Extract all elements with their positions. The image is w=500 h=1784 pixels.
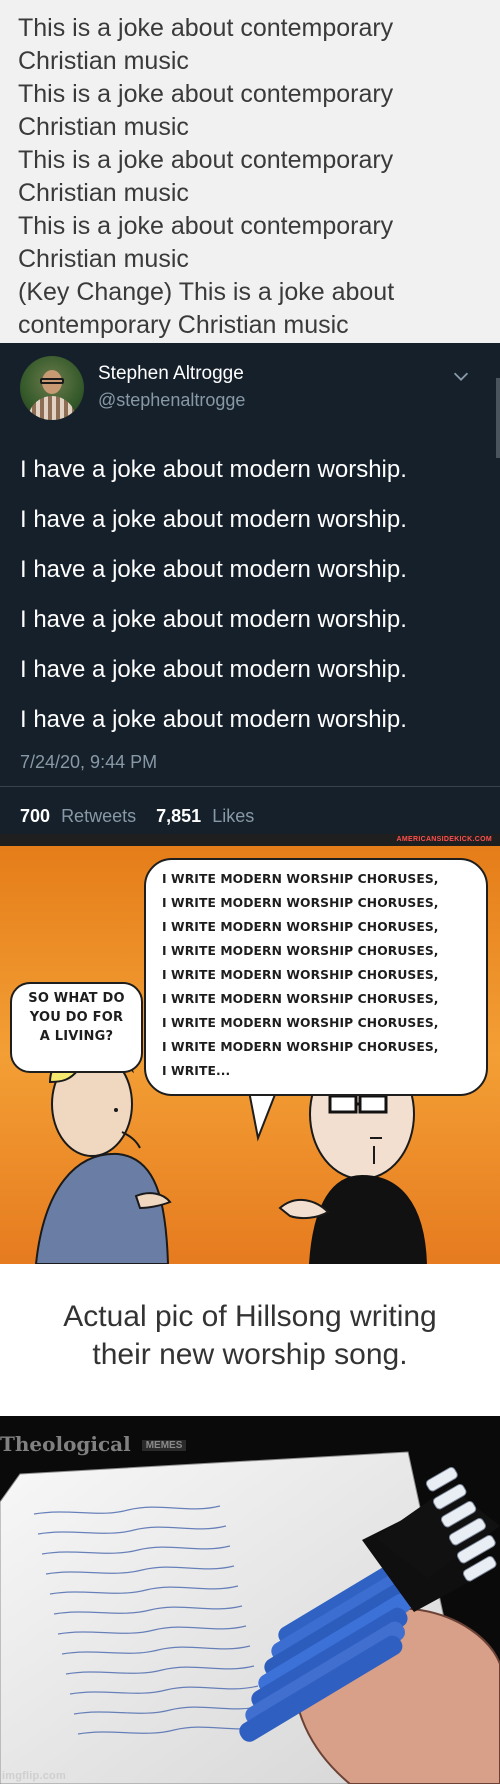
avatar[interactable] xyxy=(20,356,84,420)
imgflip-credit: imgflip.com xyxy=(2,1770,66,1782)
speech-line: I WRITE MODERN WORSHIP CHORUSES, xyxy=(162,1016,439,1030)
text-joke-panel: This is a joke about contemporary Christ… xyxy=(0,0,500,343)
speech-line: YOU DO FOR xyxy=(29,1010,124,1025)
speech-line: I WRITE MODERN WORSHIP CHORUSES, xyxy=(162,920,439,934)
text-line: contemporary Christian music xyxy=(18,311,349,339)
tweet-timestamp[interactable]: 7/24/20, 9:44 PM xyxy=(20,752,157,773)
tweet-line: I have a joke about modern worship. xyxy=(20,706,407,733)
speech-line: I WRITE MODERN WORSHIP CHORUSES, xyxy=(162,872,439,886)
tweet-stats: 700 Retweets 7,851 Likes xyxy=(20,806,254,827)
tweet-line: I have a joke about modern worship. xyxy=(20,656,407,683)
like-label[interactable]: Likes xyxy=(212,806,254,826)
speech-line: I WRITE MODERN WORSHIP CHORUSES, xyxy=(162,992,439,1006)
retweet-label[interactable]: Retweets xyxy=(61,806,136,826)
divider xyxy=(0,786,500,787)
caption-line: their new worship song. xyxy=(92,1338,408,1371)
speech-line: I WRITE MODERN WORSHIP CHORUSES, xyxy=(162,968,439,982)
speech-bubble-right: I WRITE MODERN WORSHIP CHORUSES, I WRITE… xyxy=(144,858,488,1096)
speech-line: I WRITE... xyxy=(162,1064,231,1078)
text-line: Christian music xyxy=(18,47,189,75)
scrollbar-thumb[interactable] xyxy=(496,378,500,458)
tweet-line: I have a joke about modern worship. xyxy=(20,456,407,483)
text-line: Christian music xyxy=(18,113,189,141)
text-line: Christian music xyxy=(18,245,189,273)
tweet-card: Stephen Altrogge @stephenaltrogge I have… xyxy=(0,343,500,834)
speech-line: I WRITE MODERN WORSHIP CHORUSES, xyxy=(162,1040,439,1054)
watermark-main: Theological xyxy=(0,1432,131,1456)
writing-hand-illustration xyxy=(0,1451,500,1784)
meme-panel: Actual pic of Hillsong writing their new… xyxy=(0,1264,500,1784)
chevron-down-icon[interactable] xyxy=(450,365,472,387)
comic-brand: AMERICANSIDEKICK.COM xyxy=(396,836,492,843)
meme-page: This is a joke about contemporary Christ… xyxy=(0,0,500,1784)
caption-line: Actual pic of Hillsong writing xyxy=(63,1300,437,1333)
speech-bubble-left: SO WHAT DO YOU DO FOR A LIVING? xyxy=(10,982,143,1073)
tweet-line: I have a joke about modern worship. xyxy=(20,506,407,533)
retweet-count[interactable]: 700 xyxy=(20,806,50,826)
tweet-line: I have a joke about modern worship. xyxy=(20,556,407,583)
text-line: (Key Change) This is a joke about xyxy=(18,278,395,306)
text-line: This is a joke about contemporary xyxy=(18,80,394,108)
tweet-author-name[interactable]: Stephen Altrogge xyxy=(98,363,244,385)
speech-line: SO WHAT DO xyxy=(28,991,125,1006)
speech-line: A LIVING? xyxy=(39,1029,114,1044)
tweet-line: I have a joke about modern worship. xyxy=(20,606,407,633)
meme-photo: Theological MEMES imgflip.com xyxy=(0,1416,500,1784)
text-line: This is a joke about contemporary xyxy=(18,212,394,240)
tweet-body: I have a joke about modern worship. I ha… xyxy=(20,445,480,745)
comic-panel: AMERICANSIDEKICK.COM I WRITE MODERN WORS… xyxy=(0,834,500,1264)
text-line: This is a joke about contemporary xyxy=(18,14,394,42)
like-count[interactable]: 7,851 xyxy=(156,806,201,826)
speech-text-right: I WRITE MODERN WORSHIP CHORUSES, I WRITE… xyxy=(162,867,480,1083)
text-line: This is a joke about contemporary xyxy=(18,146,394,174)
text-line: Christian music xyxy=(18,179,189,207)
speech-line: I WRITE MODERN WORSHIP CHORUSES, xyxy=(162,896,439,910)
tweet-author-handle[interactable]: @stephenaltrogge xyxy=(98,390,245,411)
speech-line: I WRITE MODERN WORSHIP CHORUSES, xyxy=(162,944,439,958)
meme-caption: Actual pic of Hillsong writing their new… xyxy=(0,1298,500,1374)
watermark-sub: MEMES xyxy=(141,1440,187,1451)
meme-watermark: Theological MEMES xyxy=(0,1432,187,1456)
